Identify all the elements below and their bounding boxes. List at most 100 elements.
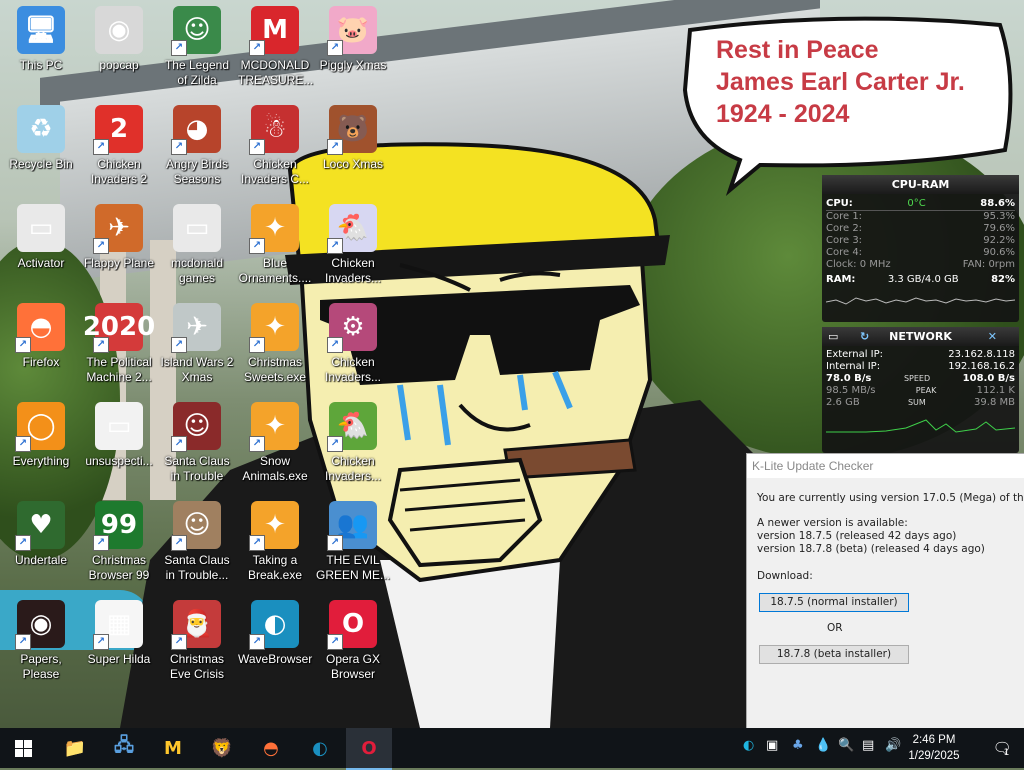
desktop-icon-snow-animals-exe[interactable]: ✦ ↗ Snow Animals.exe <box>236 396 314 492</box>
desktop-icon-mcdonald-games[interactable]: ▭ mcdonald games <box>158 198 236 294</box>
desktop-icon-this-pc[interactable]: 🖥 This PC <box>2 0 80 96</box>
angry-birds-seasons-icon: ◕ ↗ <box>171 105 221 155</box>
shortcut-arrow-icon: ↗ <box>249 139 265 155</box>
upload-speed: 108.0 B/s <box>962 373 1015 384</box>
network-app-tray-icon[interactable]: ♣ <box>792 738 804 753</box>
desktop-icon-taking-a-break-exe[interactable]: ✦ ↗ Taking a Break.exe <box>236 495 314 591</box>
desktop-icon-blue-ornaments[interactable]: ✦ ↗ Blue Ornaments.... <box>236 198 314 294</box>
desktop-icon-papers-please[interactable]: ◉ ↗ Papers, Please <box>2 594 80 690</box>
desktop-icon-firefox[interactable]: ◓ ↗ Firefox <box>2 297 80 393</box>
santa-claus-in-trouble-a-icon: ☺ ↗ <box>171 501 221 551</box>
network-gadget[interactable]: ▭ ↻ NETWORK ✕ External IP: 23.162.8.118 I… <box>822 327 1019 453</box>
desktop-icon-label: Chicken Invaders C... <box>240 157 310 186</box>
desktop-icon-label: Everything <box>12 454 70 468</box>
desktop-icon-recycle-bin[interactable]: ♻ Recycle Bin <box>2 99 80 195</box>
cpu-core-row: Core 1: 95.3% <box>822 211 1019 223</box>
desktop-icon-undertale[interactable]: ♥ ↗ Undertale <box>2 495 80 591</box>
upload-peak: 112.1 K <box>976 385 1015 396</box>
internal-ip: 192.168.16.2 <box>948 361 1015 372</box>
download-sum: 2.6 GB <box>826 397 860 408</box>
recycle-bin-icon: ♻ <box>17 105 65 153</box>
network-tray-icon[interactable]: ▤ <box>862 738 874 753</box>
monitor-icon[interactable]: ▭ <box>828 330 838 343</box>
desktop-icon-label: Papers, Please <box>20 652 62 681</box>
desktop-icon-piggly-xmas[interactable]: 🐷 ↗ Piggly Xmas <box>314 0 392 96</box>
ram-percent: 82% <box>991 274 1015 285</box>
desktop-icon-popcap[interactable]: ◉ popcap <box>80 0 158 96</box>
search-tray-icon[interactable]: 🔍 <box>838 738 854 753</box>
cpu-fan: FAN: 0rpm <box>962 259 1015 270</box>
christmas-eve-crisis-icon: 🎅 ↗ <box>171 600 221 650</box>
beta-installer-button[interactable]: 18.7.8 (beta installer) <box>759 645 909 664</box>
desktop-icon-label: Recycle Bin <box>9 157 73 171</box>
desktop-icon-flappy-plane[interactable]: ✈ ↗ Flappy Plane <box>80 198 158 294</box>
start-button[interactable] <box>0 728 46 768</box>
desktop-icon-the-evil-green-me[interactable]: 👥 ↗ THE EVIL GREEN ME... <box>314 495 392 591</box>
cpu-percent: 88.6% <box>980 198 1015 209</box>
firefox-icon: ◓ ↗ <box>15 303 65 353</box>
loco-xmas-icon: 🐻 ↗ <box>327 105 377 155</box>
taskbar-mcdonalds-button[interactable]: M <box>150 728 196 768</box>
normal-installer-button[interactable]: 18.7.5 (normal installer) <box>759 593 909 612</box>
shortcut-arrow-icon: ↗ <box>327 337 343 353</box>
shortcut-arrow-icon: ↗ <box>171 634 187 650</box>
blue-ornaments-icon: ✦ ↗ <box>249 204 299 254</box>
wrench-icon[interactable]: ✕ <box>988 330 997 343</box>
desktop-icon-opera-gx-browser[interactable]: O ↗ Opera GX Browser <box>314 594 392 690</box>
desktop-icon-christmas-eve-crisis[interactable]: 🎅 ↗ Christmas Eve Crisis <box>158 594 236 690</box>
wavebrowser-tray-icon[interactable]: ◐ <box>743 738 754 753</box>
display-tray-icon[interactable]: ▣ <box>766 738 778 753</box>
download-speed: 78.0 B/s <box>826 373 872 384</box>
refresh-icon[interactable]: ↻ <box>860 330 869 343</box>
desktop-icon-angry-birds-seasons[interactable]: ◕ ↗ Angry Birds Seasons <box>158 99 236 195</box>
desktop-icon-loco-xmas[interactable]: 🐻 ↗ Loco Xmas <box>314 99 392 195</box>
desktop-icon-chicken-invaders-2[interactable]: 2 ↗ Chicken Invaders 2 <box>80 99 158 195</box>
core-label: Core 4: <box>826 247 863 258</box>
klite-download-label: Download: <box>757 570 813 582</box>
desktop-icon-chicken-invaders[interactable]: 🐔 ↗ Chicken Invaders... <box>314 198 392 294</box>
desktop-icon-unsuspecti[interactable]: ▭ unsuspecti... <box>80 396 158 492</box>
clock-time: 2:46 PM <box>912 734 956 746</box>
desktop-icon-everything[interactable]: ◯ ↗ Everything <box>2 396 80 492</box>
desktop-icon-activator[interactable]: ▭ Activator <box>2 198 80 294</box>
cpu-label: CPU: <box>826 198 853 209</box>
desktop-icon-the-political-machine-2[interactable]: 2020 ↗ The Political Machine 2... <box>80 297 158 393</box>
drop-tray-icon[interactable]: 💧 <box>815 738 831 753</box>
desktop-icon-wavebrowser[interactable]: ◐ ↗ WaveBrowser <box>236 594 314 690</box>
desktop-icon-mcdonald-treasure[interactable]: M ↗ MCDONALD TREASURE... <box>236 0 314 96</box>
desktop-icon-christmas-sweets-exe[interactable]: ✦ ↗ Christmas Sweets.exe <box>236 297 314 393</box>
core-percent: 90.6% <box>983 247 1015 258</box>
taskbar-file-explorer-button[interactable]: 📁 <box>52 728 98 768</box>
core-percent: 79.6% <box>983 223 1015 234</box>
chicken-invaders-icon: ⚙ ↗ <box>327 303 377 353</box>
desktop-icon-chicken-invaders[interactable]: 🐔 ↗ Chicken Invaders... <box>314 396 392 492</box>
shortcut-arrow-icon: ↗ <box>249 337 265 353</box>
desktop-icon-island-wars-2-xmas[interactable]: ✈ ↗ Island Wars 2 Xmas <box>158 297 236 393</box>
desktop-icon-christmas-browser-99[interactable]: 99 ↗ Christmas Browser 99 <box>80 495 158 591</box>
desktop-icon-super-hilda[interactable]: ▦ ↗ Super Hilda <box>80 594 158 690</box>
desktop-icon-santa-claus-in-trouble[interactable]: ☺ ↗ Santa Claus in Trouble <box>158 396 236 492</box>
taskbar-clock[interactable]: 2:46 PM 1/29/2025 <box>906 732 962 764</box>
desktop-icon-label: Angry Birds Seasons <box>165 157 229 186</box>
desktop-icon-label: Piggly Xmas <box>319 58 387 72</box>
desktop-icon-the-legend-of-zilda[interactable]: ☺ ↗ The Legend of Zilda <box>158 0 236 96</box>
taskbar-wavebrowser-button[interactable]: ◐ <box>297 728 343 768</box>
taskbar-brave-button[interactable]: 🦁 <box>199 728 245 768</box>
volume-icon[interactable]: 🔊 <box>885 738 901 753</box>
notification-button[interactable]: 🗨 1 <box>978 728 1024 768</box>
activator-icon: ▭ <box>17 204 65 252</box>
desktop-icon-santa-claus-in-trouble-a[interactable]: ☺↗Santa Claus in Trouble... A... <box>158 495 236 591</box>
taskbar-network-app-button[interactable]: 🖧 <box>101 728 147 768</box>
klite-update-window[interactable]: K-Lite Update Checker You are currently … <box>746 453 1024 729</box>
desktop-icon-chicken-invaders[interactable]: ⚙ ↗ Chicken Invaders... <box>314 297 392 393</box>
cpu-ram-gadget[interactable]: CPU-RAM CPU: 0°C 88.6% Core 1: 95.3% Core … <box>822 175 1019 322</box>
bubble-line-3: 1924 - 2024 <box>716 100 850 128</box>
external-ip: 23.162.8.118 <box>948 349 1015 360</box>
cpu-gadget-title: CPU-RAM <box>822 175 1019 194</box>
opera-gx-icon: O <box>361 737 377 759</box>
core-percent: 95.3% <box>983 211 1015 222</box>
shortcut-arrow-icon: ↗ <box>171 337 187 353</box>
taskbar-firefox-button[interactable]: ◓ <box>248 728 294 768</box>
taskbar-opera-gx-button[interactable]: O <box>346 728 392 770</box>
desktop-icon-chicken-invaders-c[interactable]: ☃ ↗ Chicken Invaders C... <box>236 99 314 195</box>
